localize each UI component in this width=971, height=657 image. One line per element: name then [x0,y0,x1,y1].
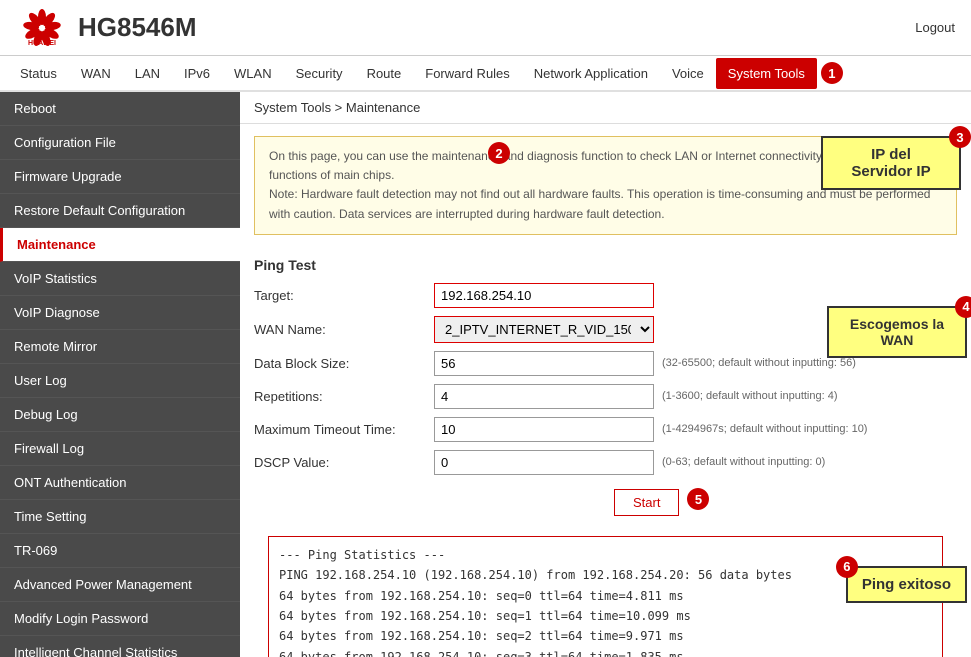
sidebar-item-voip-diag[interactable]: VoIP Diagnose [0,296,240,330]
nav-system-tools[interactable]: System Tools [716,58,817,89]
callout-2-badge: 2 [488,142,510,164]
nav-network-app[interactable]: Network Application [522,58,660,89]
nav-bar: Status WAN LAN IPv6 WLAN Security Route … [0,56,971,92]
info-text: On this page, you can use the maintenanc… [269,149,930,221]
logout-button[interactable]: Logout [915,20,955,35]
sidebar-item-tr069[interactable]: TR-069 [0,534,240,568]
ping-result-box: --- Ping Statistics --- PING 192.168.254… [268,536,943,657]
sidebar: Reboot Configuration File Firmware Upgra… [0,92,240,657]
target-label: Target: [254,288,434,303]
dscp-input[interactable] [434,450,654,475]
sidebar-item-time-setting[interactable]: Time Setting [0,500,240,534]
nav-status[interactable]: Status [8,58,69,89]
nav-wlan[interactable]: WLAN [222,58,284,89]
breadcrumb: System Tools > Maintenance [240,92,971,124]
nav-voice[interactable]: Voice [660,58,716,89]
data-block-label: Data Block Size: [254,356,434,371]
timeout-label: Maximum Timeout Time: [254,422,434,437]
callout-4-badge: 4 [955,296,971,318]
data-block-row: Data Block Size: (32-65500; default with… [254,351,957,376]
data-block-hint: (32-65500; default without inputting: 56… [662,357,856,369]
nav-wan[interactable]: WAN [69,58,123,89]
sidebar-item-voip-stats[interactable]: VoIP Statistics [0,262,240,296]
nav-lan[interactable]: LAN [123,58,172,89]
sidebar-item-debug-log[interactable]: Debug Log [0,398,240,432]
sidebar-item-user-log[interactable]: User Log [0,364,240,398]
nav-forward-rules[interactable]: Forward Rules [413,58,522,89]
dscp-label: DSCP Value: [254,455,434,470]
repetitions-row: Repetitions: (1-3600; default without in… [254,384,957,409]
sidebar-item-power-mgmt[interactable]: Advanced Power Management [0,568,240,602]
timeout-input[interactable] [434,417,654,442]
ping-test-section: Ping Test Target: WAN Name: 2_IPTV_INTER… [240,247,971,526]
huawei-logo-icon: HUAWEI [16,7,68,49]
svg-text:HUAWEI: HUAWEI [28,40,56,47]
ping-result-container: --- Ping Statistics --- PING 192.168.254… [254,536,957,657]
sidebar-item-channel-stats[interactable]: Intelligent Channel Statistics [0,636,240,657]
repetitions-hint: (1-3600; default without inputting: 4) [662,390,838,402]
target-row: Target: [254,283,957,308]
dscp-row: DSCP Value: (0-63; default without input… [254,450,957,475]
nav-ipv6[interactable]: IPv6 [172,58,222,89]
sidebar-item-firmware[interactable]: Firmware Upgrade [0,160,240,194]
target-input[interactable] [434,283,654,308]
dscp-hint: (0-63; default without inputting: 0) [662,456,825,468]
data-block-input[interactable] [434,351,654,376]
app-title: HG8546M [78,12,197,43]
sidebar-item-ont-auth[interactable]: ONT Authentication [0,466,240,500]
sidebar-item-firewall-log[interactable]: Firewall Log [0,432,240,466]
nav-security[interactable]: Security [284,58,355,89]
timeout-hint: (1-4294967s; default without inputting: … [662,423,867,435]
main-layout: Reboot Configuration File Firmware Upgra… [0,92,971,657]
sidebar-item-maintenance[interactable]: Maintenance [0,228,240,262]
start-row: Start 5 [254,483,957,516]
info-box: On this page, you can use the maintenanc… [254,136,957,235]
callout-1-badge: 1 [821,62,843,84]
start-button[interactable]: Start [614,489,679,516]
ping-test-title: Ping Test [254,257,957,273]
sidebar-item-config-file[interactable]: Configuration File [0,126,240,160]
nav-route[interactable]: Route [355,58,414,89]
content-area: System Tools > Maintenance 2 On this pag… [240,92,971,657]
logo-area: HUAWEI HG8546M [16,7,197,49]
sidebar-item-modify-login[interactable]: Modify Login Password [0,602,240,636]
callout-5-badge: 5 [687,488,709,510]
repetitions-input[interactable] [434,384,654,409]
timeout-row: Maximum Timeout Time: (1-4294967s; defau… [254,417,957,442]
wan-name-select[interactable]: 2_IPTV_INTERNET_R_VID_1504 1_TR069_INTER… [434,316,654,343]
repetitions-label: Repetitions: [254,389,434,404]
header: HUAWEI HG8546M Logout [0,0,971,56]
sidebar-item-remote-mirror[interactable]: Remote Mirror [0,330,240,364]
wan-name-row: WAN Name: 2_IPTV_INTERNET_R_VID_1504 1_T… [254,316,957,343]
sidebar-item-restore[interactable]: Restore Default Configuration [0,194,240,228]
sidebar-item-reboot[interactable]: Reboot [0,92,240,126]
wan-name-label: WAN Name: [254,322,434,337]
